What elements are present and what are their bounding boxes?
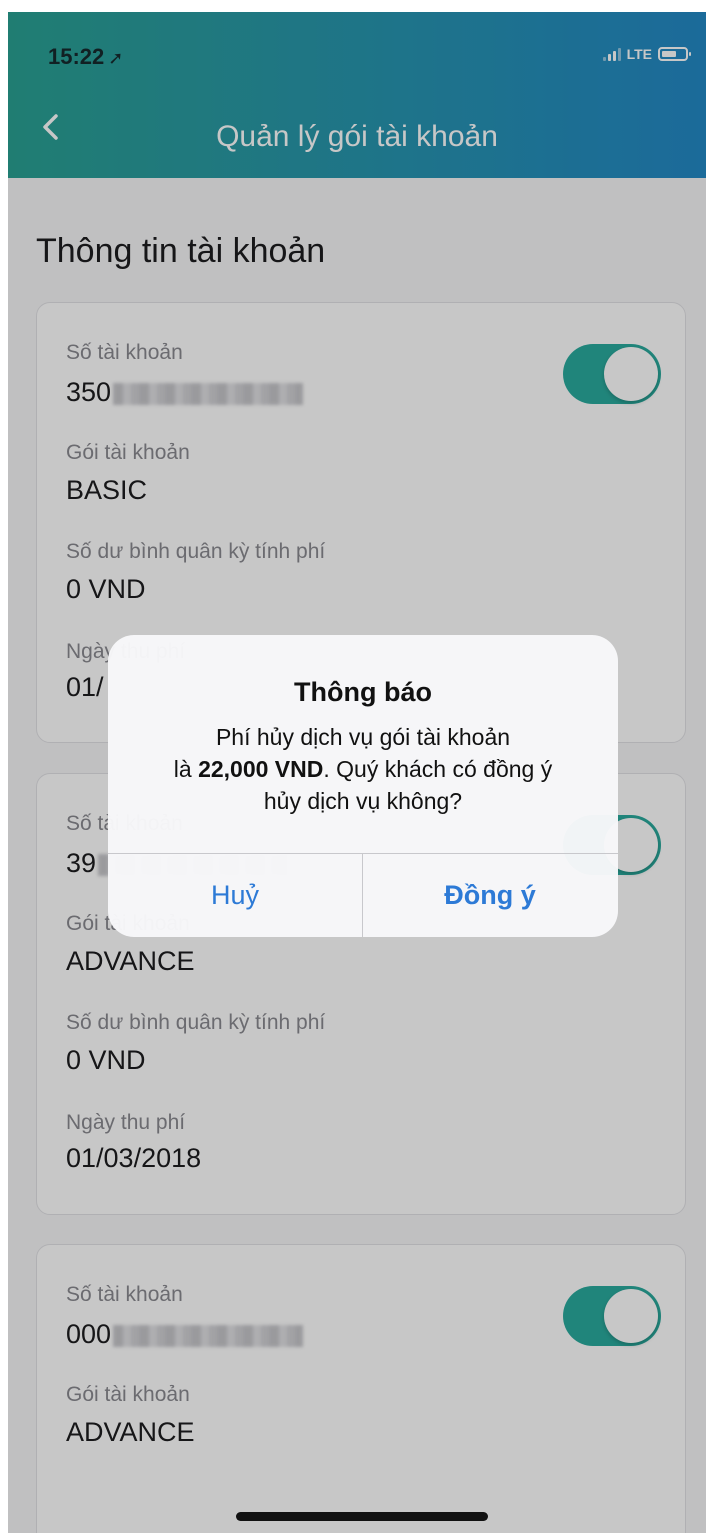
alert-message-line1: Phí hủy dịch vụ gói tài khoản — [215, 724, 511, 750]
alert-message-line3: hủy dịch vụ không? — [263, 788, 463, 814]
alert-message: Phí hủy dịch vụ gói tài khoản là 22,000 … — [128, 721, 598, 817]
confirm-button[interactable]: Đồng ý — [363, 854, 617, 937]
alert-title: Thông báo — [294, 677, 432, 707]
home-indicator[interactable] — [236, 1512, 488, 1521]
screen: 15:22 ➚ LTE Quản lý gói tài khoản Thông t… — [8, 12, 706, 1533]
alert-message-line2: là 22,000 VND. Quý khách có đồng ý — [128, 753, 598, 785]
alert-message-suffix: . Quý khách có đồng ý — [323, 756, 553, 782]
fee-amount: 22,000 VND — [198, 756, 324, 782]
cancel-button[interactable]: Huỷ — [108, 854, 362, 937]
alert-dialog: Thông báo Phí hủy dịch vụ gói tài khoản … — [108, 635, 618, 937]
alert-message-prefix: là — [173, 756, 199, 782]
